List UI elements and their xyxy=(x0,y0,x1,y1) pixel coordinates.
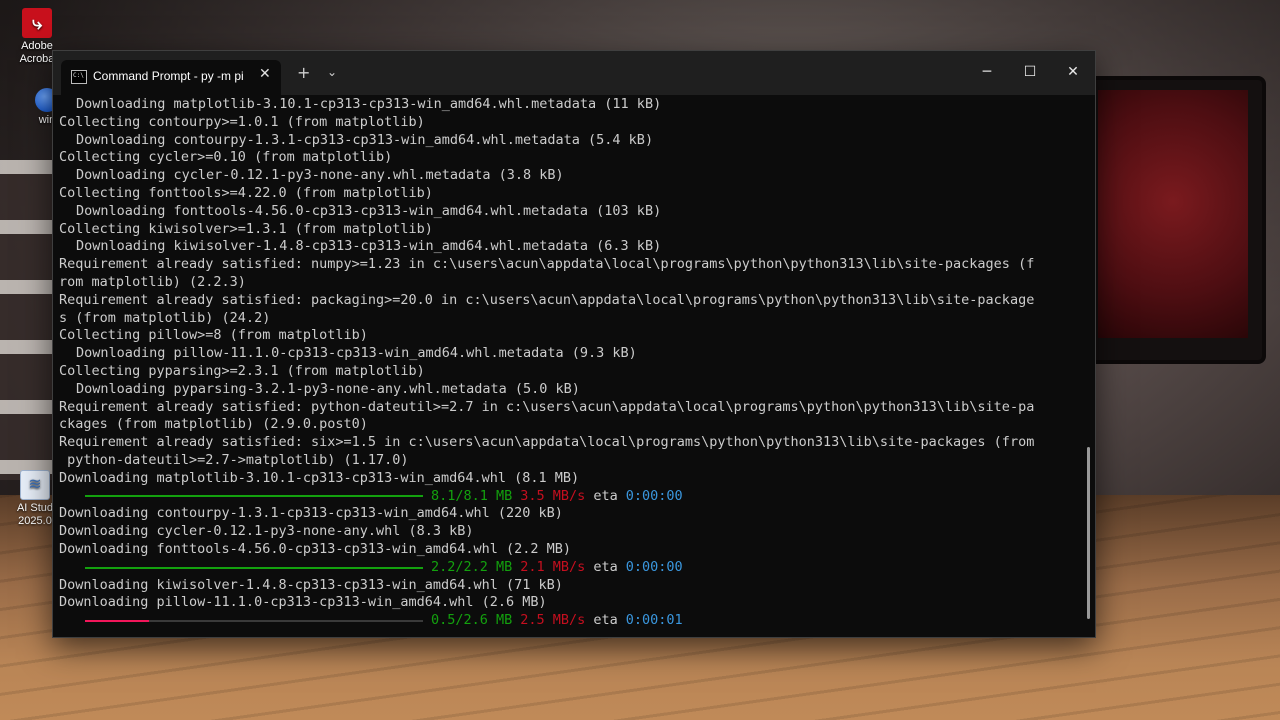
new-tab-button[interactable]: + xyxy=(297,63,310,82)
minimize-button[interactable]: ─ xyxy=(965,57,1009,87)
tab-title: Command Prompt - py -m pi xyxy=(93,69,244,83)
console-line: Collecting contourpy>=1.0.1 (from matplo… xyxy=(59,113,425,130)
maximize-button[interactable]: ☐ xyxy=(1008,57,1052,87)
console-line: Collecting cycler>=0.10 (from matplotlib… xyxy=(59,149,393,166)
progress-bar xyxy=(85,620,423,622)
console-line: Downloading cycler-0.12.1-py3-none-any.w… xyxy=(76,167,564,184)
wallpaper-shelf xyxy=(0,160,60,480)
progress-line: 8.1/8.1 MB 3.5 MB/s eta 0:00:00 xyxy=(59,488,1081,506)
progress-eta-label: eta xyxy=(593,558,618,575)
console-line: Requirement already satisfied: python-da… xyxy=(59,398,1035,415)
console-line: Requirement already satisfied: six>=1.5 … xyxy=(59,434,1035,451)
document-icon: ≋ xyxy=(20,470,50,500)
progress-line: 0.5/2.6 MB 2.5 MB/s eta 0:00:01 xyxy=(59,612,1081,630)
chevron-down-icon[interactable]: ⌄ xyxy=(327,65,337,79)
vertical-scrollbar[interactable] xyxy=(1087,447,1090,619)
progress-eta-label: eta xyxy=(593,487,618,504)
terminal-window: C:\ Command Prompt - py -m pi ✕ + ⌄ ─ ☐ … xyxy=(52,50,1096,638)
progress-size: 0.5/2.6 MB xyxy=(431,612,513,629)
wallpaper-tv-screen xyxy=(1098,90,1248,338)
console-line: Collecting pyparsing>=2.3.1 (from matplo… xyxy=(59,362,425,379)
progress-bar-fill xyxy=(85,495,423,498)
tab-command-prompt[interactable]: C:\ Command Prompt - py -m pi ✕ xyxy=(61,60,281,95)
console-line: Collecting pillow>=8 (from matplotlib) xyxy=(59,327,368,344)
console-output[interactable]: Downloading matplotlib-3.10.1-cp313-cp31… xyxy=(59,95,1081,634)
progress-size: 8.1/8.1 MB xyxy=(431,487,513,504)
wallpaper-tv xyxy=(1090,80,1262,360)
console-line: s (from matplotlib) (24.2) xyxy=(59,309,271,326)
progress-speed: 2.5 MB/s xyxy=(520,612,586,629)
console-line: Downloading pillow-11.1.0-cp313-cp313-wi… xyxy=(76,345,637,362)
console-line: Downloading matplotlib-3.10.1-cp313-cp31… xyxy=(76,96,662,112)
pdf-icon: ⤷ xyxy=(22,8,52,38)
progress-speed: 3.5 MB/s xyxy=(520,487,586,504)
progress-bar xyxy=(85,566,423,569)
progress-size: 2.2/2.2 MB xyxy=(431,558,513,575)
progress-bar-fill xyxy=(85,620,150,622)
title-bar[interactable]: C:\ Command Prompt - py -m pi ✕ + ⌄ ─ ☐ … xyxy=(53,51,1095,95)
progress-eta: 0:00:00 xyxy=(625,487,683,504)
console-line: Downloading pyparsing-3.2.1-py3-none-any… xyxy=(76,380,580,397)
console-line: Collecting kiwisolver>=1.3.1 (from matpl… xyxy=(59,220,433,237)
progress-speed: 2.1 MB/s xyxy=(520,558,586,575)
console-line: Downloading fonttools-4.56.0-cp313-cp313… xyxy=(76,202,662,219)
console-line: rom matplotlib) (2.2.3) xyxy=(59,273,246,290)
console-line: Downloading kiwisolver-1.4.8-cp313-cp313… xyxy=(59,576,563,593)
progress-bar-fill xyxy=(85,566,423,569)
console-line: Downloading matplotlib-3.10.1-cp313-cp31… xyxy=(59,469,580,486)
progress-line: 2.2/2.2 MB 2.1 MB/s eta 0:00:00 xyxy=(59,559,1081,577)
console-line: ckages (from matplotlib) (2.9.0.post0) xyxy=(59,416,368,433)
console-line: Downloading kiwisolver-1.4.8-cp313-cp313… xyxy=(76,238,662,255)
console-line: Downloading contourpy-1.3.1-cp313-cp313-… xyxy=(76,131,654,148)
tab-close-icon[interactable]: ✕ xyxy=(259,66,271,82)
progress-eta: 0:00:00 xyxy=(625,558,683,575)
console-line: Downloading fonttools-4.56.0-cp313-cp313… xyxy=(59,540,572,557)
progress-eta: 0:00:01 xyxy=(625,612,683,629)
close-button[interactable]: ✕ xyxy=(1051,57,1095,87)
console-line: Collecting fonttools>=4.22.0 (from matpl… xyxy=(59,184,433,201)
console-line: python-dateutil>=2.7->matplotlib) (1.17.… xyxy=(59,451,409,468)
console-line: Downloading contourpy-1.3.1-cp313-cp313-… xyxy=(59,505,563,522)
console-line: Downloading cycler-0.12.1-py3-none-any.w… xyxy=(59,523,474,540)
progress-bar xyxy=(85,495,423,498)
progress-eta-label: eta xyxy=(593,612,618,629)
console-line: Downloading pillow-11.1.0-cp313-cp313-wi… xyxy=(59,594,547,611)
console-line: Requirement already satisfied: numpy>=1.… xyxy=(59,256,1035,273)
cmd-icon: C:\ xyxy=(71,70,87,84)
console-line: Requirement already satisfied: packaging… xyxy=(59,291,1035,308)
